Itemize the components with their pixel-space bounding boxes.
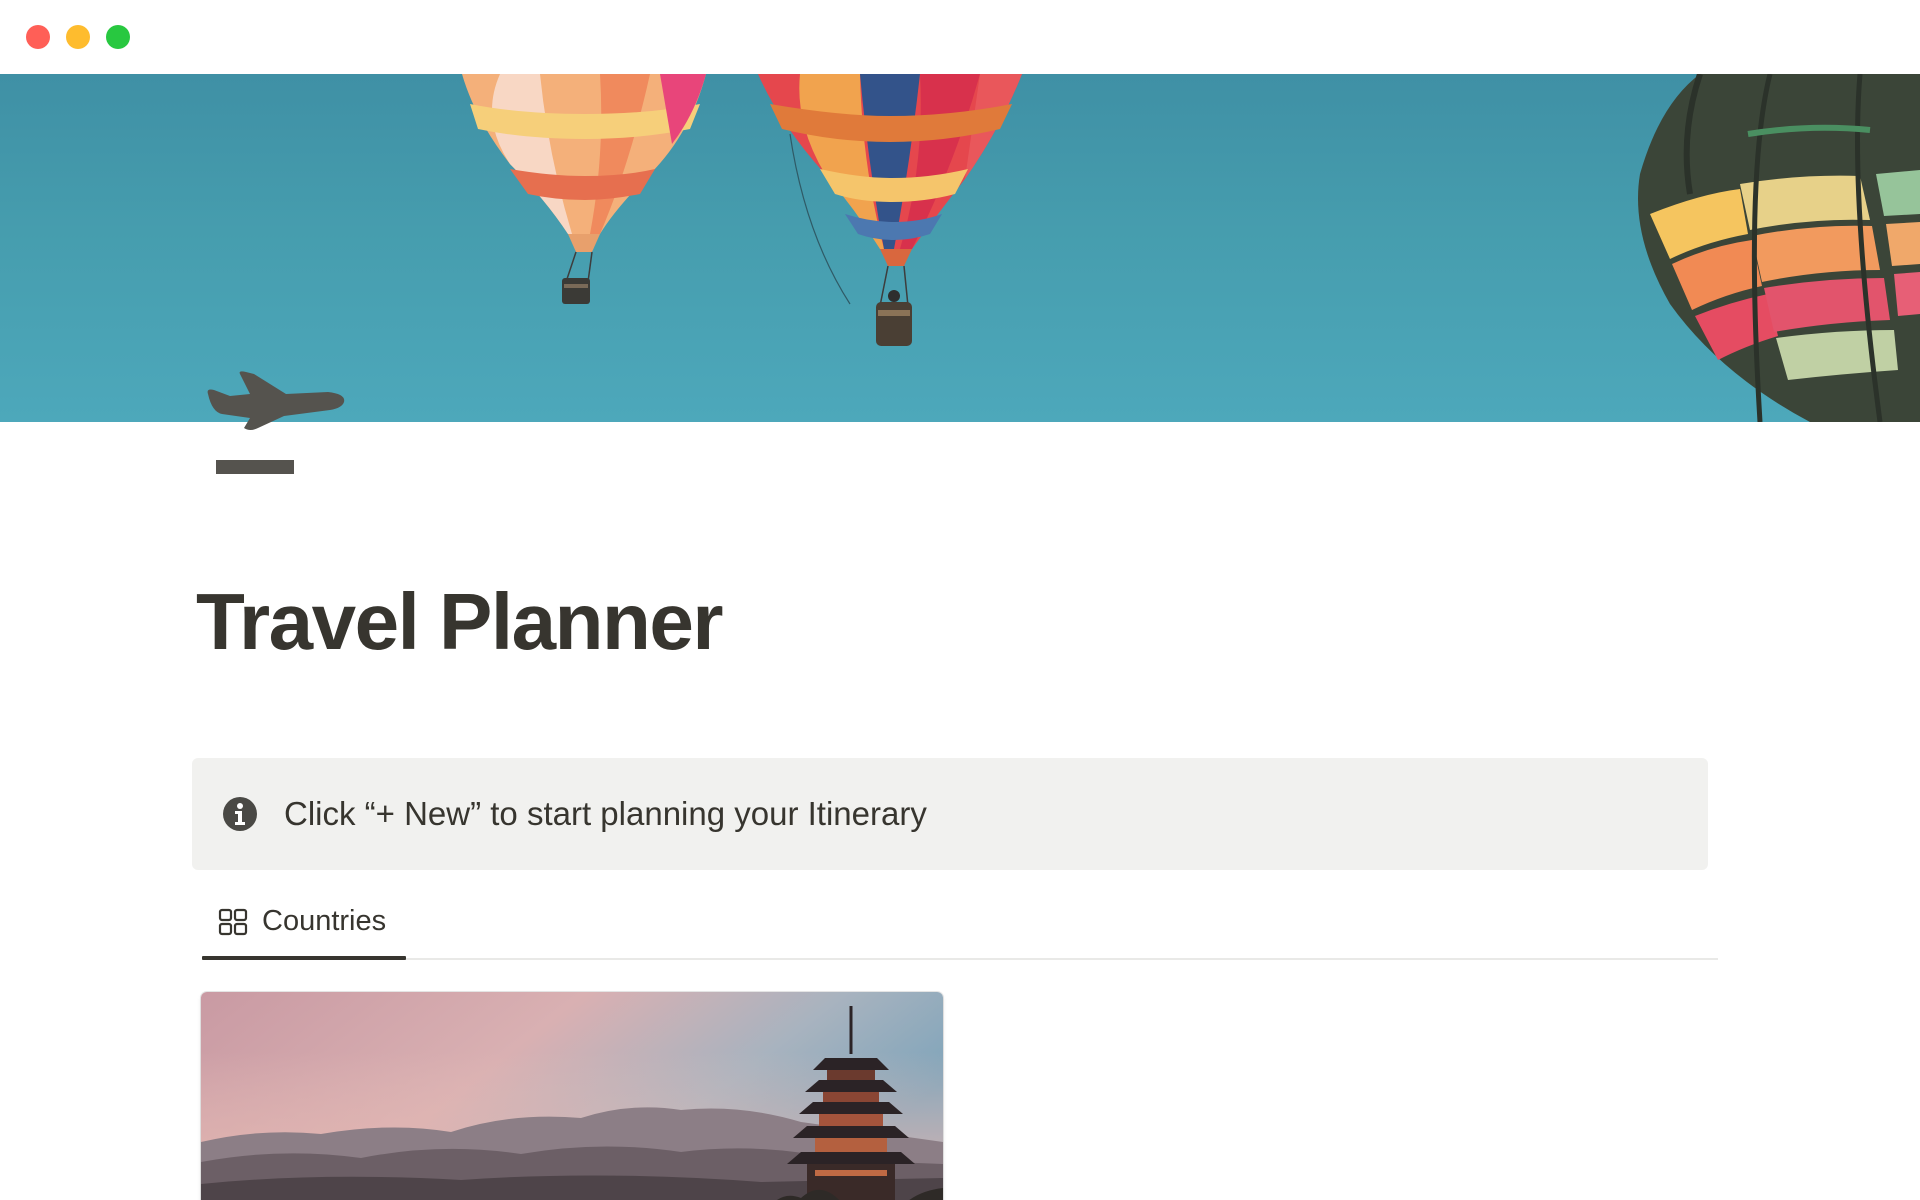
balloon-right [1638, 74, 1920, 422]
title-bar [0, 0, 1920, 74]
close-window-button[interactable] [26, 25, 50, 49]
balloon-center [758, 74, 1022, 346]
page-title[interactable]: Travel Planner [196, 572, 723, 672]
zoom-window-button[interactable] [106, 25, 130, 49]
callout-text: Click “+ New” to start planning your Iti… [284, 795, 927, 832]
tab-countries-label: Countries [262, 905, 387, 937]
callout-block[interactable]: Click “+ New” to start planning your Iti… [192, 758, 1708, 870]
info-icon [222, 796, 258, 832]
tab-countries[interactable]: Countries [202, 890, 406, 960]
database-view-tabs: Countries [202, 890, 1718, 960]
active-tab-indicator [202, 956, 406, 960]
gallery-icon [218, 907, 248, 937]
minimize-window-button[interactable] [66, 25, 90, 49]
app-window: Travel Planner Click “+ New” to start pl… [0, 0, 1920, 1200]
pagoda-sunset-cover-image [201, 992, 943, 1200]
airplane-departure-icon[interactable] [200, 368, 350, 488]
balloon-left [462, 74, 706, 304]
view-tabs-divider [202, 958, 1718, 960]
gallery-card[interactable] [201, 992, 943, 1200]
